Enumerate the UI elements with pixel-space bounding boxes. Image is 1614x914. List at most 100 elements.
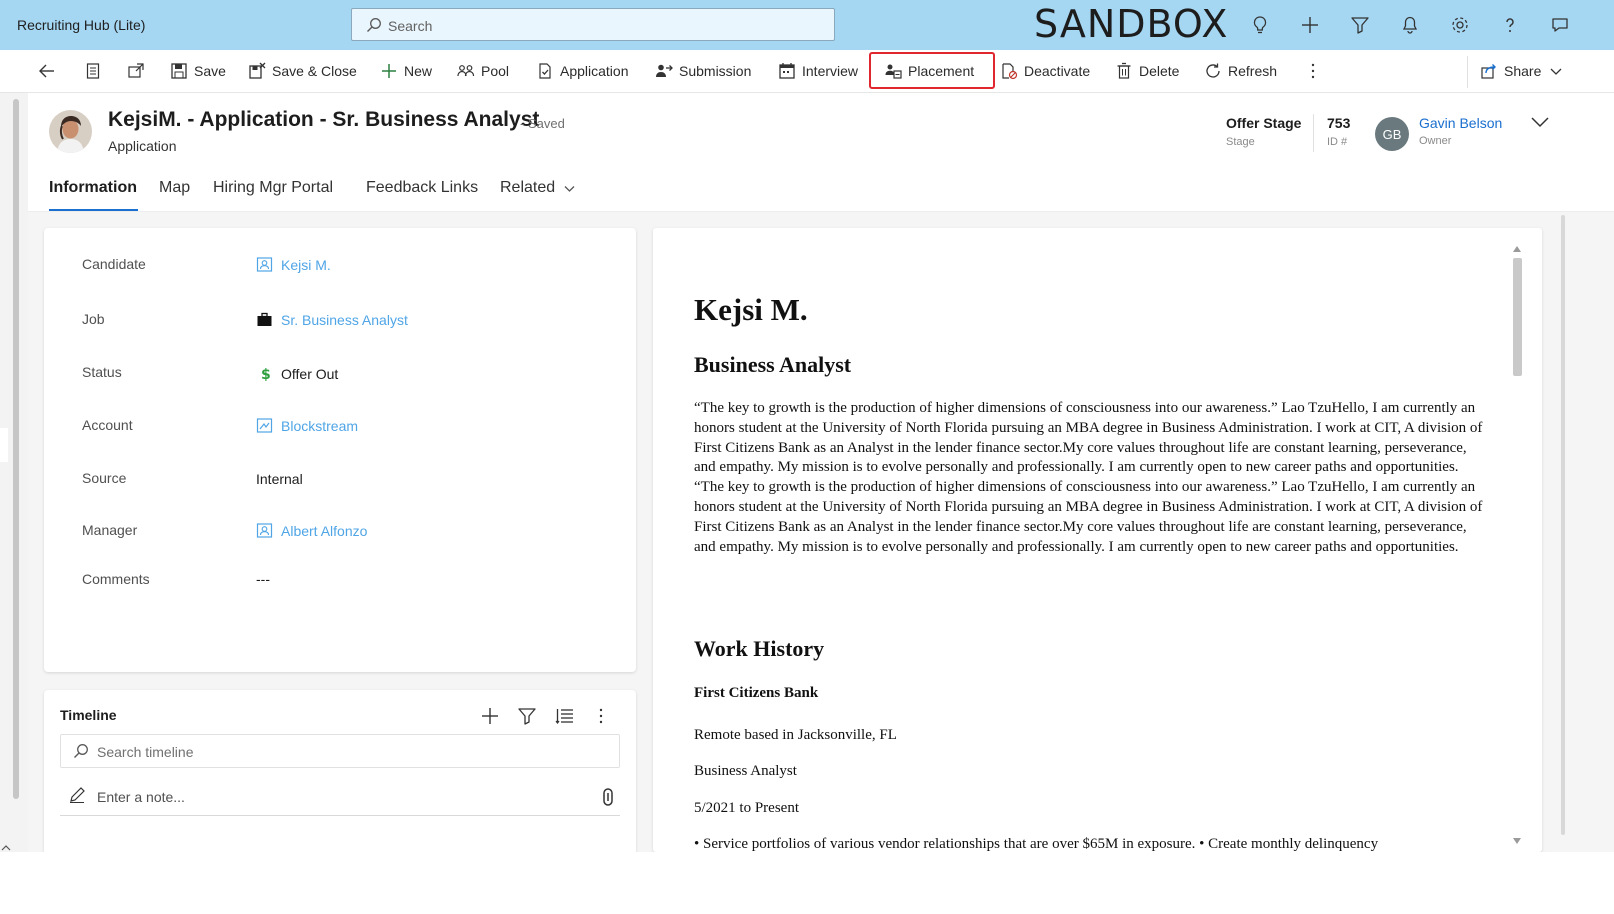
document-check-icon bbox=[539, 63, 551, 79]
delete-button[interactable]: Delete bbox=[1115, 50, 1179, 92]
application-button[interactable]: Application bbox=[536, 50, 629, 92]
tab-hiring-mgr-portal[interactable]: Hiring Mgr Portal bbox=[213, 179, 333, 197]
work-company: First Citizens Bank bbox=[694, 685, 819, 701]
save-close-icon bbox=[249, 62, 266, 79]
plus-icon bbox=[382, 64, 396, 78]
lightbulb-icon[interactable] bbox=[1235, 12, 1285, 38]
account-lookup[interactable]: Blockstream bbox=[256, 417, 358, 434]
refresh-button[interactable]: Refresh bbox=[1204, 50, 1277, 92]
tab-related[interactable]: Related bbox=[500, 179, 576, 197]
timeline-note-input[interactable]: Enter a note... bbox=[60, 780, 620, 816]
search-icon bbox=[74, 744, 88, 758]
manager-link[interactable]: Albert Alfonzo bbox=[281, 523, 367, 539]
contact-card-icon bbox=[256, 257, 273, 272]
scroll-up-icon[interactable] bbox=[1513, 246, 1521, 252]
help-icon[interactable] bbox=[1485, 12, 1535, 38]
job-label: Job bbox=[82, 311, 105, 327]
candidate-link[interactable]: Kejsi M. bbox=[281, 257, 331, 273]
status-value: Offer Out bbox=[281, 365, 339, 382]
page-scrollbar-thumb[interactable] bbox=[1561, 215, 1565, 835]
person-send-icon bbox=[656, 64, 673, 77]
chevron-down-icon bbox=[1550, 68, 1562, 75]
job-link[interactable]: Sr. Business Analyst bbox=[281, 312, 408, 328]
manager-label: Manager bbox=[82, 522, 138, 538]
timeline-search-input[interactable]: Search timeline bbox=[60, 734, 620, 768]
paperclip-icon[interactable] bbox=[601, 787, 615, 807]
submission-button[interactable]: Submission bbox=[655, 50, 751, 92]
work-position: Business Analyst bbox=[694, 763, 797, 779]
resume-bio: “The key to growth is the production of … bbox=[694, 400, 1483, 555]
share-button[interactable]: Share bbox=[1480, 50, 1569, 92]
document-scrollbar[interactable] bbox=[1510, 244, 1524, 848]
deactivate-button[interactable]: Deactivate bbox=[1000, 50, 1090, 92]
gear-icon[interactable] bbox=[1435, 12, 1485, 38]
command-separator bbox=[1467, 56, 1468, 88]
record-entity: Application bbox=[108, 138, 177, 154]
status-field[interactable]: $ Offer Out bbox=[256, 365, 339, 383]
candidate-lookup[interactable]: Kejsi M. bbox=[256, 256, 331, 273]
note-placeholder: Enter a note... bbox=[97, 789, 185, 805]
back-button[interactable] bbox=[38, 50, 62, 92]
tab-map[interactable]: Map bbox=[159, 179, 190, 197]
briefcase-icon bbox=[257, 312, 272, 326]
app-title[interactable]: Recruiting Hub (Lite) bbox=[17, 17, 145, 33]
details-card bbox=[44, 228, 636, 672]
source-value: Internal bbox=[256, 471, 303, 487]
account-icon bbox=[256, 418, 273, 433]
chat-icon[interactable] bbox=[1535, 12, 1585, 38]
share-label: Share bbox=[1504, 63, 1542, 79]
comments-field[interactable]: --- bbox=[256, 571, 270, 587]
record-set-button[interactable] bbox=[84, 50, 108, 92]
tab-information[interactable]: Information bbox=[49, 179, 137, 197]
source-label: Source bbox=[82, 470, 127, 486]
work-duties: • Service portfolios of various vendor r… bbox=[694, 836, 1379, 852]
candidate-avatar bbox=[49, 110, 92, 153]
header-id-field: 753 ID # bbox=[1327, 115, 1350, 148]
save-button[interactable]: Save bbox=[170, 50, 226, 92]
interview-button[interactable]: Interview bbox=[778, 50, 858, 92]
chevron-up-icon[interactable] bbox=[0, 842, 12, 852]
popout-icon bbox=[128, 63, 144, 78]
job-lookup[interactable]: Sr. Business Analyst bbox=[256, 311, 408, 328]
plus-icon[interactable] bbox=[480, 706, 500, 726]
scroll-down-icon[interactable] bbox=[1513, 838, 1521, 844]
manager-lookup[interactable]: Albert Alfonzo bbox=[256, 522, 367, 539]
save-close-button[interactable]: Save & Close bbox=[248, 50, 357, 92]
more-vertical-icon[interactable] bbox=[591, 706, 611, 726]
stage-label: Stage bbox=[1226, 136, 1255, 148]
contact-card-icon bbox=[256, 523, 273, 538]
timeline-title: Timeline bbox=[60, 707, 117, 723]
work-dates: 5/2021 to Present bbox=[694, 800, 799, 816]
filter-icon[interactable] bbox=[517, 706, 537, 726]
page-scrollbar[interactable] bbox=[1560, 215, 1566, 855]
open-new-window-button[interactable] bbox=[127, 50, 151, 92]
plus-icon[interactable] bbox=[1285, 12, 1335, 38]
document-scrollbar-thumb[interactable] bbox=[1513, 258, 1522, 376]
source-field[interactable]: Internal bbox=[256, 471, 303, 487]
more-commands-button[interactable] bbox=[1304, 50, 1328, 92]
save-label: Save bbox=[194, 63, 226, 79]
svg-text:$: $ bbox=[261, 367, 271, 382]
filter-icon[interactable] bbox=[1335, 12, 1385, 38]
pool-button[interactable]: Pool bbox=[457, 50, 509, 92]
timeline-search-placeholder: Search timeline bbox=[97, 744, 194, 760]
save-status: - Saved bbox=[520, 116, 565, 131]
arrow-left-icon bbox=[39, 64, 54, 78]
account-link[interactable]: Blockstream bbox=[281, 418, 358, 434]
rail-marker bbox=[0, 428, 8, 462]
left-scrollbar-thumb[interactable] bbox=[13, 99, 19, 799]
bell-icon[interactable] bbox=[1385, 12, 1435, 38]
refresh-label: Refresh bbox=[1228, 63, 1278, 79]
tab-feedback-links[interactable]: Feedback Links bbox=[366, 179, 478, 197]
new-button[interactable]: New bbox=[380, 50, 432, 92]
sort-list-icon[interactable] bbox=[555, 706, 575, 726]
calendar-icon bbox=[779, 63, 795, 79]
owner-link[interactable]: Gavin Belson bbox=[1419, 115, 1502, 131]
work-history-heading: Work History bbox=[694, 636, 825, 661]
candidate-label: Candidate bbox=[82, 256, 146, 272]
chevron-down-icon[interactable] bbox=[1530, 114, 1550, 130]
pool-label: Pool bbox=[481, 63, 510, 79]
global-search-input[interactable]: Search bbox=[351, 8, 835, 41]
refresh-icon bbox=[1206, 63, 1220, 78]
pencil-icon bbox=[70, 787, 85, 803]
